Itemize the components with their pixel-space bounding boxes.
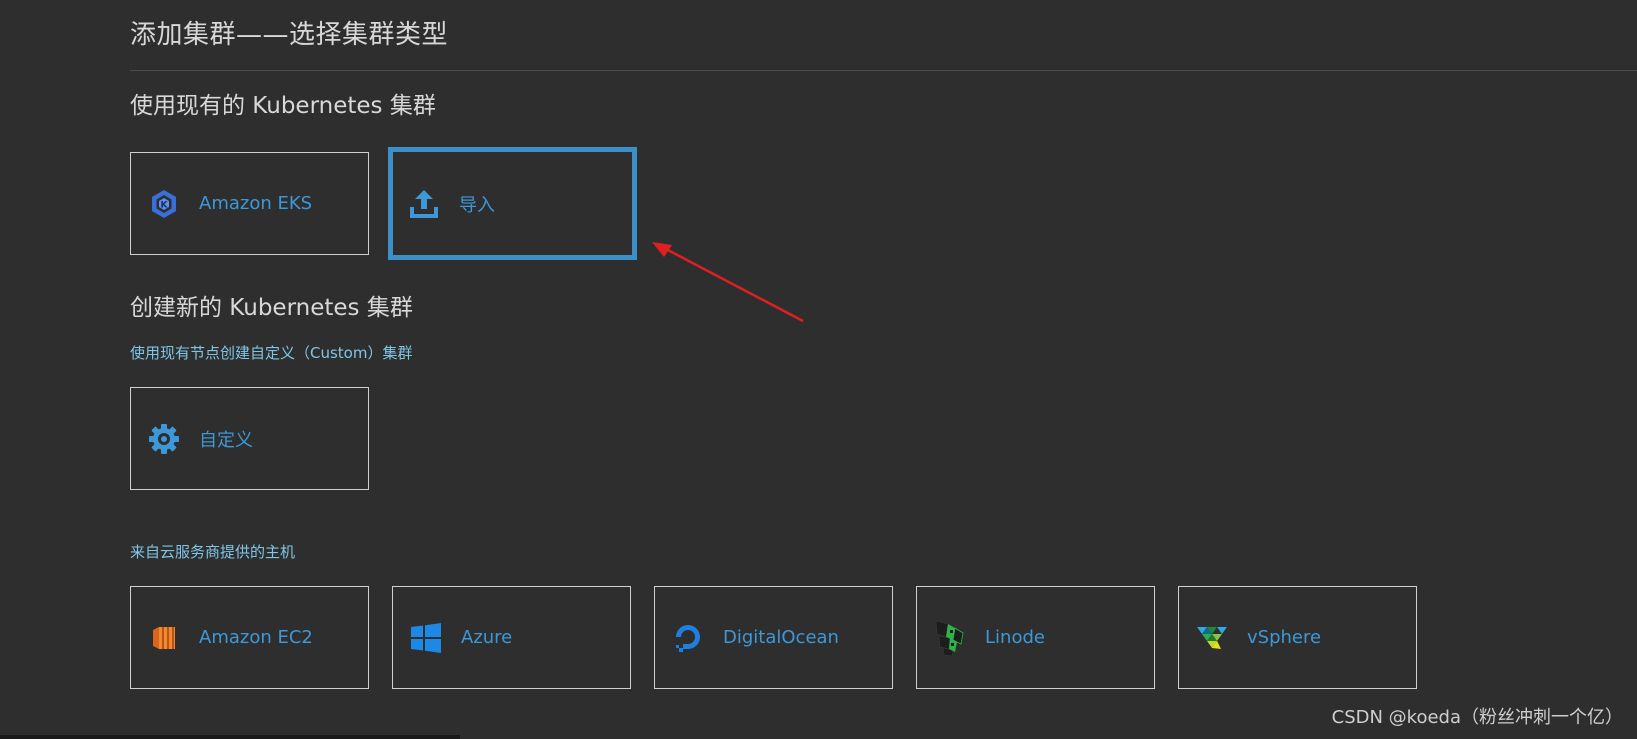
windows-icon — [409, 621, 443, 655]
amazon-eks-label: Amazon EKS — [199, 193, 313, 214]
amazon-eks-icon: K — [147, 187, 181, 221]
custom-card[interactable]: 自定义 — [130, 387, 369, 490]
bottom-scrollbar[interactable] — [0, 735, 460, 739]
vsphere-card[interactable]: vSphere — [1178, 586, 1417, 689]
svg-text:K: K — [161, 200, 169, 210]
watermark: CSDN @koeda（粉丝冲刺一个亿） — [1331, 707, 1623, 728]
azure-card[interactable]: Azure — [392, 586, 631, 689]
gear-icon — [147, 422, 181, 456]
linode-card[interactable]: Linode — [916, 586, 1155, 689]
page: 添加集群——选择集群类型 使用现有的 Kubernetes 集群 K Amazo… — [0, 0, 1637, 739]
vsphere-label: vSphere — [1247, 627, 1322, 648]
cloud-provider-subtitle: 来自云服务商提供的主机 — [130, 543, 296, 561]
upload-icon — [407, 187, 441, 221]
amazon-eks-card[interactable]: K Amazon EKS — [130, 152, 369, 255]
custom-cluster-subtitle: 使用现有节点创建自定义（Custom）集群 — [130, 344, 413, 362]
amazon-ec2-label: Amazon EC2 — [199, 627, 313, 648]
amazon-ec2-card[interactable]: Amazon EC2 — [130, 586, 369, 689]
amazon-ec2-icon — [147, 621, 181, 655]
vsphere-icon — [1195, 621, 1229, 655]
annotation-arrow-icon — [652, 242, 804, 323]
digitalocean-card[interactable]: DigitalOcean — [654, 586, 893, 689]
import-card[interactable]: 导入 — [388, 147, 637, 260]
create-cluster-heading: 创建新的 Kubernetes 集群 — [130, 295, 413, 321]
existing-cluster-heading: 使用现有的 Kubernetes 集群 — [130, 93, 436, 119]
digitalocean-icon — [671, 621, 705, 655]
page-title: 添加集群——选择集群类型 — [130, 20, 449, 50]
custom-label: 自定义 — [199, 429, 253, 451]
linode-label: Linode — [985, 627, 1045, 648]
linode-icon — [933, 620, 967, 656]
divider — [130, 70, 1637, 71]
digitalocean-label: DigitalOcean — [723, 627, 839, 648]
azure-label: Azure — [461, 627, 513, 648]
import-label: 导入 — [459, 194, 495, 216]
